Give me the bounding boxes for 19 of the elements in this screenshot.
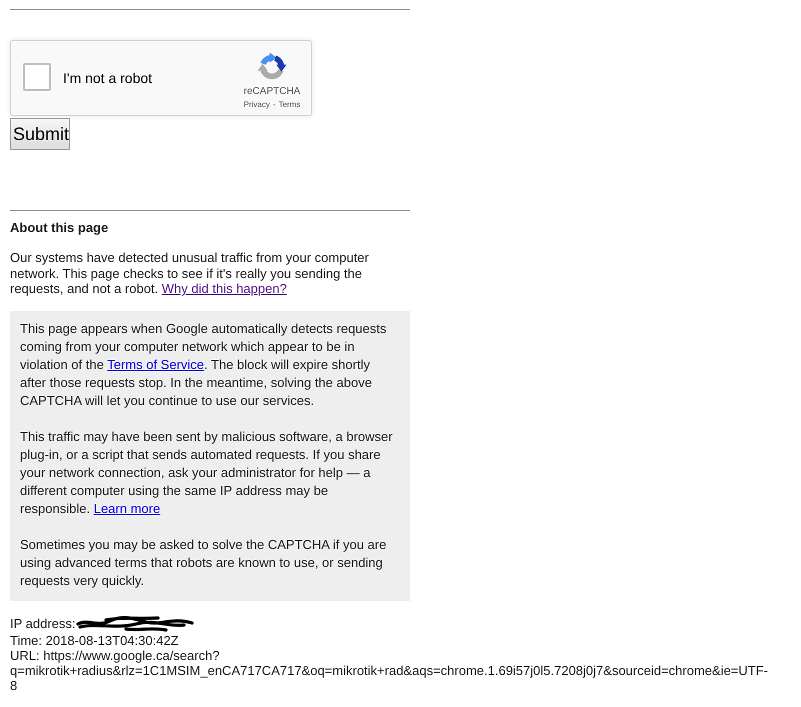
checkbox-label: I'm not a robot [63,70,152,86]
url-text: URL: https://www.google.ca/search?q=mikrotik+radius&rlz=1C1MSIM_enCA717CA717&oq=mikrotik+rad&aqs=chrome.1.69i57j0l5.7208j0j7&sourceid=chrome&ie=UTF-8 [10,648,769,692]
timestamp: Time: 2018-08-13T04:30:42Z [10,632,179,648]
inline-link[interactable]: Why did this happen? [162,281,287,296]
separator: - [272,100,276,110]
submit-button[interactable]: Submit [10,118,70,150]
section-heading: About this page [10,220,108,235]
inline-link[interactable]: Terms of Service [107,356,204,372]
paragraph: This page appears when Google automatically detects requests coming from your computer network which appear to be in violation of the Terms of Service. The block will expire shortly after those requests stop. In the meantime, solving the above CAPTCHA will let you continue to use our services. [20,320,388,410]
brand-name: reCAPTCHA [244,86,300,98]
paragraph: Sometimes you may be asked to solve the CAPTCHA if you are using advanced terms that robots are known to use, or sending requests very quickly. [20,536,388,590]
legal-link[interactable]: Terms [278,100,300,110]
inline-link[interactable]: Learn more [94,500,160,516]
paragraph: This traffic may have been sent by malicious software, a browser plug-in, or a script that sends automated requests. If you share your network connection, ask your administrator for help — a different computer using the same IP address may be responsible. Learn more [20,428,394,518]
legal-link[interactable]: Privacy [244,100,270,110]
ip-address-label: IP address: [10,616,76,630]
circular-arrows-icon [257,52,287,82]
checkbox[interactable] [23,63,51,91]
paragraph: Our systems have detected unusual traffic from your computer network. This page checks to see if it's really you sending the requests, and not a robot. Why did this happen? [10,250,370,296]
